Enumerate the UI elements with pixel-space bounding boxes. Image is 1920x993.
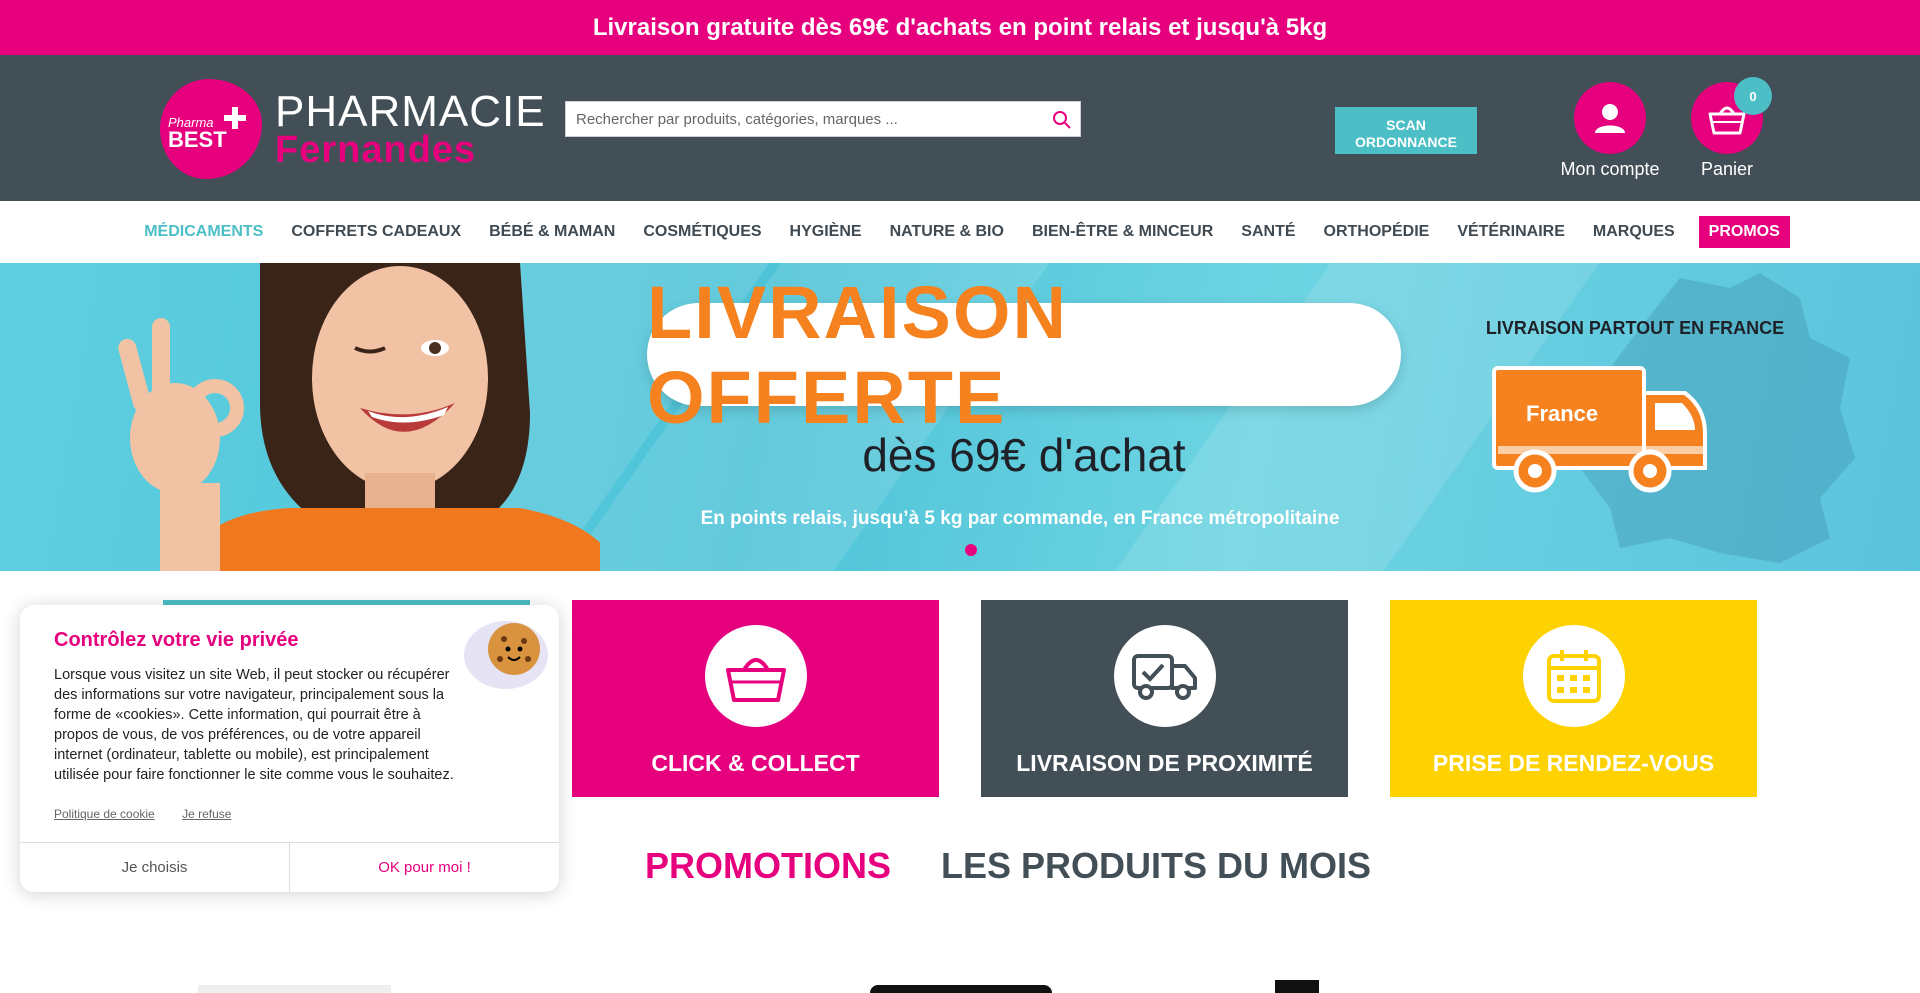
cookie-consent-panel: Contrôlez votre vie privée Lorsque vous …: [20, 605, 559, 892]
cookie-links: Politique de cookie Je refuse: [54, 807, 255, 821]
nav-item-sante[interactable]: SANTÉ: [1227, 223, 1309, 241]
tile-icon-circle: [704, 625, 807, 727]
carousel-dot[interactable]: [965, 544, 977, 556]
logo-badge-text-best: BEST: [168, 127, 227, 152]
scan-prescription-button[interactable]: SCAN ORDONNANCE: [1335, 107, 1477, 154]
tile-icon-circle: [1522, 625, 1625, 727]
smiling-woman-image: [118, 263, 600, 571]
hero-banner[interactable]: LIVRAISON OFFERTE dès 69€ d'achat En poi…: [0, 263, 1920, 571]
product-image-partial[interactable]: [1275, 980, 1319, 993]
logo-name-fernandes: Fernandes: [275, 129, 477, 171]
service-label: CLICK & COLLECT: [651, 750, 860, 776]
nav-item-promos[interactable]: PROMOS: [1698, 216, 1790, 248]
service-tile-local-delivery[interactable]: LIVRAISON DE PROXIMITÉ: [981, 600, 1348, 797]
cookie-refuse-link[interactable]: Je refuse: [182, 807, 231, 821]
nav-item-veterinaire[interactable]: VÉTÉRINAIRE: [1443, 223, 1579, 241]
tab-promotions[interactable]: PROMOTIONS: [645, 845, 891, 887]
nav-item-bebe-maman[interactable]: BÉBÉ & MAMAN: [475, 223, 629, 241]
service-label: PRISE DE RENDEZ-VOUS: [1432, 750, 1715, 776]
truck-label: France: [1526, 401, 1599, 426]
cookie-choose-button[interactable]: Je choisis: [20, 843, 290, 892]
service-tile-appointment[interactable]: PRISE DE RENDEZ-VOUS: [1390, 600, 1757, 797]
nav-item-medicaments[interactable]: MÉDICAMENTS: [130, 223, 277, 241]
cart-count-badge: 0: [1734, 77, 1772, 115]
tile-icon-circle: [1113, 625, 1216, 727]
main-navigation: MÉDICAMENTS COFFRETS CADEAUX BÉBÉ & MAMA…: [0, 201, 1920, 263]
account-label[interactable]: Mon compte: [1545, 159, 1675, 180]
cross-icon: [224, 107, 246, 129]
hero-note: En points relais, jusqu’à 5 kg par comma…: [700, 508, 1340, 529]
nav-item-marques[interactable]: MARQUES: [1579, 223, 1689, 241]
search-bar: [565, 101, 1081, 137]
pharmacy-logo[interactable]: Pharma BEST PHARMACIE Fernandes: [160, 79, 545, 179]
cookie-accept-button[interactable]: OK pour moi !: [290, 843, 559, 892]
cookie-policy-link[interactable]: Politique de cookie: [54, 807, 155, 821]
cookie-description: Lorsque vous visitez un site Web, il peu…: [54, 667, 454, 783]
cookie-buttons: Je choisis OK pour moi !: [20, 842, 559, 892]
free-shipping-banner: Livraison gratuite dès 69€ d'achats en p…: [0, 0, 1920, 55]
nav-item-cosmetiques[interactable]: COSMÉTIQUES: [629, 223, 775, 241]
nav-item-orthopedie[interactable]: ORTHOPÉDIE: [1310, 223, 1444, 241]
service-tile-click-collect[interactable]: CLICK & COLLECT: [572, 600, 939, 797]
shopping-basket-icon: [725, 658, 786, 702]
product-image-partial[interactable]: [870, 985, 1052, 993]
nav-item-coffrets-cadeaux[interactable]: COFFRETS CADEAUX: [277, 223, 475, 241]
cart-label[interactable]: Panier: [1668, 159, 1786, 180]
nav-item-hygiene[interactable]: HYGIÈNE: [776, 223, 876, 241]
hero-subline: dès 69€ d'achat: [862, 429, 1186, 481]
account-button[interactable]: [1574, 82, 1646, 154]
cookie-title: Contrôlez votre vie privée: [54, 629, 299, 651]
hero-right-title: LIVRAISON PARTOUT EN FRANCE: [1485, 318, 1785, 338]
search-icon[interactable]: [1052, 110, 1072, 130]
product-image-partial[interactable]: [198, 985, 391, 993]
delivery-truck-image: [1492, 366, 1707, 493]
hero-headline: LIVRAISON OFFERTE: [647, 270, 1068, 439]
calendar-icon: [1546, 650, 1601, 703]
nav-item-nature-bio[interactable]: NATURE & BIO: [876, 223, 1018, 241]
service-label: LIVRAISON DE PROXIMITÉ: [1016, 750, 1313, 776]
user-icon: [1595, 104, 1625, 133]
cookie-mascot-icon: [464, 621, 548, 689]
search-input[interactable]: [566, 102, 1036, 136]
site-header: Pharma BEST PHARMACIE Fernandes SCAN ORD…: [0, 55, 1920, 201]
nav-item-bien-etre-minceur[interactable]: BIEN-ÊTRE & MINCEUR: [1018, 223, 1227, 241]
tab-products-of-the-month[interactable]: LES PRODUITS DU MOIS: [941, 845, 1371, 887]
free-shipping-text: Livraison gratuite dès 69€ d'achats en p…: [592, 13, 1328, 41]
hero-headline-pill: LIVRAISON OFFERTE: [647, 271, 1401, 439]
delivery-truck-icon: [1131, 654, 1197, 700]
